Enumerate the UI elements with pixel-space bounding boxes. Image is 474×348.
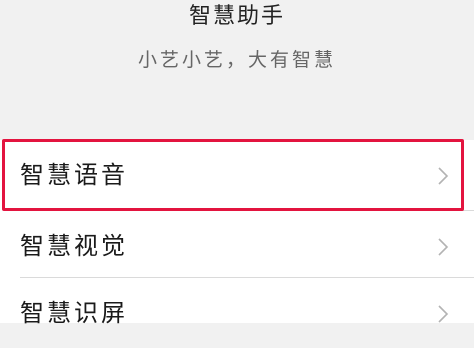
menu-item-label: 智慧语音 bbox=[20, 161, 128, 189]
page-title: 智慧助手 bbox=[188, 4, 285, 29]
chevron-right-icon bbox=[438, 238, 449, 256]
menu-item-smart-vision[interactable]: 智慧视觉 bbox=[0, 211, 474, 281]
settings-list: 智慧语音 智慧视觉 智慧识屏 bbox=[0, 140, 474, 327]
chevron-right-icon bbox=[438, 305, 449, 323]
menu-item-smart-screen-recognition[interactable]: 智慧识屏 bbox=[0, 278, 474, 348]
header: 智慧助手 小艺小艺，大有智慧 bbox=[0, 0, 474, 140]
menu-item-label: 智慧视觉 bbox=[20, 232, 128, 260]
menu-item-label: 智慧识屏 bbox=[20, 299, 128, 327]
menu-item-smart-voice[interactable]: 智慧语音 bbox=[0, 140, 474, 210]
chevron-right-icon bbox=[438, 167, 449, 185]
page-subtitle: 小艺小艺，大有智慧 bbox=[137, 49, 336, 71]
